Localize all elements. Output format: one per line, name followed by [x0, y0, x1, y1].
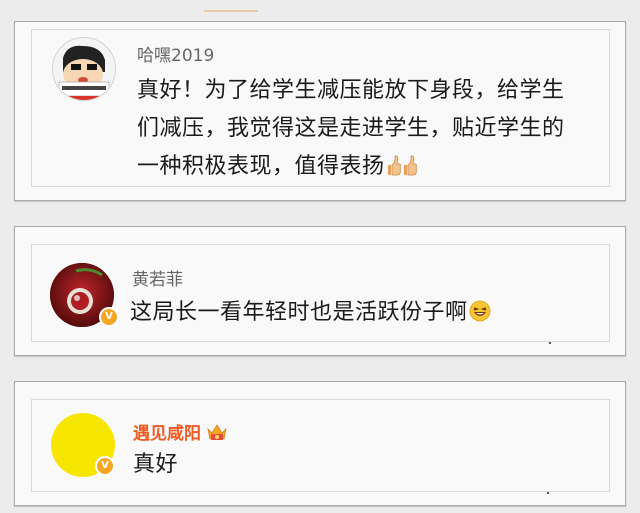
crown-badge-icon — [206, 422, 228, 447]
corner-mark — [549, 342, 551, 344]
comment-card-2: V 黄若菲 这局长一看年轻时也是活跃份子啊 — [14, 226, 626, 356]
username[interactable]: 遇见咸阳 — [133, 419, 228, 447]
top-accent-line — [204, 10, 258, 12]
comment-line: 真好！为了给学生减压能放下身段，给学生 — [137, 78, 565, 103]
username[interactable]: 哈嘿2019 — [137, 41, 214, 66]
comment-line: 们减压，我觉得这是走进学生，贴近学生的 — [137, 116, 565, 141]
comment-line: 一种积极表现，值得表扬 — [137, 148, 565, 189]
avatar[interactable] — [52, 37, 116, 101]
comment-text: 真好 — [133, 446, 178, 484]
verified-badge-icon: V — [99, 307, 119, 327]
comment-line: 这局长一看年轻时也是活跃份子啊 — [130, 294, 492, 335]
comment-text: 这局长一看年轻时也是活跃份子啊 — [130, 294, 492, 335]
thumbs-up-icon — [385, 151, 419, 189]
comment-card-3: V 遇见咸阳 真好 — [14, 381, 626, 506]
comment-card-1: 哈嘿2019 真好！为了给学生减压能放下身段，给学生 们减压，我觉得这是走进学生… — [14, 21, 626, 201]
username[interactable]: 黄若菲 — [132, 265, 183, 290]
laughing-face-icon — [468, 297, 492, 335]
verified-badge-icon: V — [95, 456, 115, 476]
corner-mark — [547, 492, 549, 494]
comment-line: 真好 — [133, 452, 179, 477]
comment-text: 真好！为了给学生减压能放下身段，给学生 们减压，我觉得这是走进学生，贴近学生的 … — [137, 72, 565, 189]
comment-card-inner-frame — [31, 399, 610, 492]
